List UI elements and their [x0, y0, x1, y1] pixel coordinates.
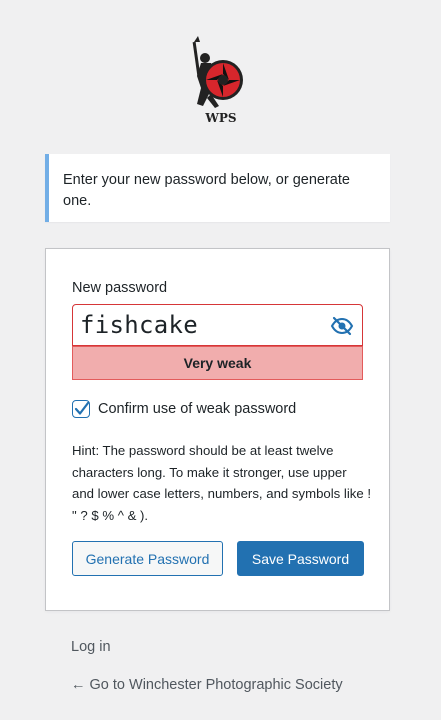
hide-password-icon[interactable]	[330, 314, 354, 338]
new-password-field[interactable]: fishcake	[72, 304, 363, 346]
login-link[interactable]: Log in	[71, 639, 111, 655]
checkmark-icon	[74, 401, 90, 415]
confirm-weak-password-row[interactable]: Confirm use of weak password	[72, 399, 296, 419]
generate-password-button[interactable]: Generate Password	[72, 541, 223, 576]
new-password-label: New password	[72, 280, 168, 296]
confirm-weak-label[interactable]: Confirm use of weak password	[98, 401, 296, 417]
reset-password-form: New password fishcake Very weak Confirm …	[45, 248, 390, 611]
new-password-value[interactable]: fishcake	[80, 312, 198, 338]
password-strength-meter: Very weak	[72, 346, 363, 380]
back-to-site-link[interactable]: ← Go to Winchester Photographic Society	[71, 677, 343, 693]
info-notice: Enter your new password below, or genera…	[45, 154, 390, 222]
site-logo[interactable]: WPS	[0, 36, 441, 126]
site-logo-image: WPS	[192, 36, 243, 125]
svg-text:WPS: WPS	[204, 111, 236, 125]
info-notice-text: Enter your new password below, or genera…	[63, 172, 350, 209]
save-password-button[interactable]: Save Password	[237, 541, 364, 576]
password-hint: Hint: The password should be at least tw…	[72, 443, 372, 523]
confirm-weak-checkbox[interactable]	[72, 400, 90, 418]
